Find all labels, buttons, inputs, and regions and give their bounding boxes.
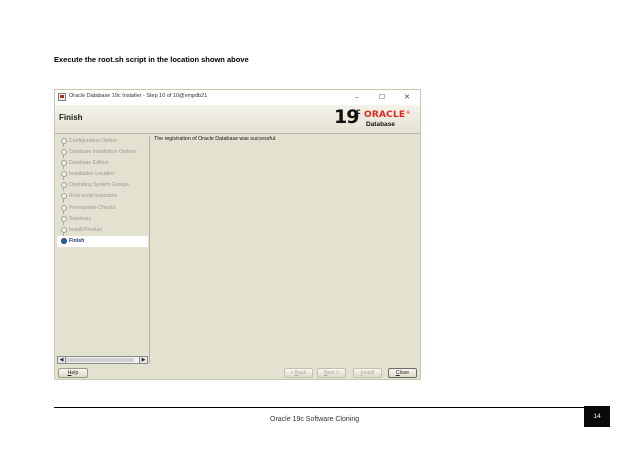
step-label: Summary xyxy=(69,215,92,222)
next-button[interactable]: Next > xyxy=(317,368,346,378)
brand-suffix: c xyxy=(356,107,361,116)
page-title: Finish xyxy=(59,113,83,122)
close-button[interactable]: Close xyxy=(388,368,417,378)
step-label: Root script execution xyxy=(69,193,118,200)
footer-title: Oracle 19c Software Cloning xyxy=(270,416,360,423)
step-finish[interactable]: Finish xyxy=(57,235,148,247)
brand-product: Database xyxy=(366,121,395,128)
step-configuration-option[interactable]: Configuration Option xyxy=(57,136,148,148)
steps-horizontal-scrollbar[interactable]: ◀ ▶ xyxy=(57,356,148,364)
step-database-installation-options[interactable]: Database Installation Options xyxy=(57,147,148,159)
step-done-icon xyxy=(61,215,67,222)
step-done-icon xyxy=(61,193,67,200)
step-root-script-execution[interactable]: Root script execution xyxy=(57,191,148,203)
brand-name: ORACLE xyxy=(364,110,410,120)
step-done-icon xyxy=(61,149,67,156)
maximize-icon[interactable]: ☐ xyxy=(373,91,391,103)
window-title: Oracle Database 19c Installer - Step 10 … xyxy=(69,93,208,99)
oracle-logo: 19 c ORACLE Database xyxy=(326,106,416,131)
step-installation-location[interactable]: Installation Location xyxy=(57,169,148,181)
back-label-post: ack xyxy=(298,370,307,376)
app-icon xyxy=(58,93,66,101)
right-arrow-icon[interactable]: ▶ xyxy=(139,357,147,363)
step-label: Database Edition xyxy=(69,160,109,167)
step-done-icon xyxy=(61,226,67,233)
button-bar: Help < Back Next > Install Close xyxy=(55,367,420,379)
step-label: Database Installation Options xyxy=(69,149,137,156)
left-arrow-icon[interactable]: ◀ xyxy=(58,357,66,363)
step-label: Installation Location xyxy=(69,171,115,178)
step-summary[interactable]: Summary xyxy=(57,214,148,225)
step-label: Configuration Option xyxy=(69,138,117,144)
steps-list: Configuration Option Database Installati… xyxy=(57,136,148,247)
help-label-post: elp xyxy=(71,370,79,376)
next-label-post: ext > xyxy=(327,370,340,376)
document-heading: Execute the root.sh script in the locati… xyxy=(54,55,249,64)
content-panel: The registration of Oracle Database was … xyxy=(149,136,419,364)
step-current-icon xyxy=(61,237,67,244)
step-done-icon xyxy=(61,182,67,189)
step-install-product[interactable]: Install Product xyxy=(57,225,148,236)
close-icon[interactable]: ✕ xyxy=(398,91,416,103)
step-operating-system-groups[interactable]: Operating System Groups xyxy=(57,180,148,192)
scrollbar-thumb[interactable] xyxy=(66,358,134,362)
registration-message: The registration of Oracle Database was … xyxy=(154,136,277,142)
step-prerequisite-checks[interactable]: Prerequisite Checks xyxy=(57,203,148,214)
step-done-icon xyxy=(61,204,67,211)
close-label-post: lose xyxy=(399,370,410,376)
install-label-post: nstall xyxy=(362,370,375,376)
step-label: Prerequisite Checks xyxy=(69,204,116,211)
installer-header: Finish 19 c ORACLE Database xyxy=(55,105,420,134)
step-done-icon xyxy=(61,138,67,144)
page-number: 14 xyxy=(584,406,610,427)
step-label: Operating System Groups xyxy=(69,182,129,189)
minimize-icon[interactable]: – xyxy=(348,91,366,103)
help-button[interactable]: Help xyxy=(58,368,88,378)
step-label: Install Product xyxy=(69,226,102,233)
window-titlebar: Oracle Database 19c Installer - Step 10 … xyxy=(55,90,420,106)
footer-divider xyxy=(54,407,609,408)
install-button[interactable]: Install xyxy=(353,368,382,378)
installer-window: Oracle Database 19c Installer - Step 10 … xyxy=(54,89,421,380)
step-label: Finish xyxy=(69,237,85,244)
brand-version: 19 xyxy=(334,106,359,128)
steps-panel: Configuration Option Database Installati… xyxy=(57,136,148,355)
step-done-icon xyxy=(61,160,67,167)
step-done-icon xyxy=(61,171,67,178)
step-database-edition[interactable]: Database Edition xyxy=(57,158,148,170)
back-button[interactable]: < Back xyxy=(284,368,313,378)
